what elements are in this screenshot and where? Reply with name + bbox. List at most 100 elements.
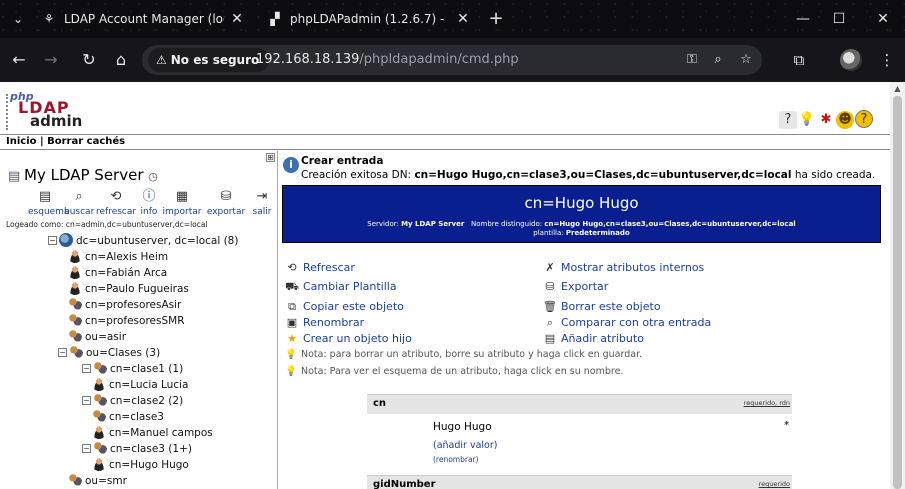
tree-node[interactable]: cn=Alexis Heim [68, 249, 168, 265]
collapse-icon[interactable]: − [82, 364, 91, 373]
tree-node[interactable]: cn=clase3 [92, 409, 164, 425]
tree-node[interactable]: − cn=clase1 (1) [82, 361, 183, 377]
help-icon[interactable]: ? [779, 111, 797, 129]
new-tab-button[interactable]: + [486, 9, 506, 29]
security-chip[interactable]: ⚠ No es seguro [148, 48, 270, 72]
tree-node-root[interactable]: − dc=ubuntuserver, dc=local (8) [48, 233, 238, 249]
logged-in-as: Logeado como: cn=admin,dc=ubuntuserver,d… [6, 220, 208, 229]
tree-node[interactable]: cn=profesoresSMR [68, 313, 185, 329]
rename-attribute-link[interactable]: (renombrar) [433, 455, 479, 464]
lam-icon: ⚘ [43, 12, 55, 26]
server-name[interactable]: ▤ My LDAP Server ◷ [8, 166, 158, 184]
warning-triangle-icon: ⚠ [156, 53, 167, 67]
tool-search[interactable]: ⌕ buscar [64, 188, 94, 217]
zoom-icon[interactable]: ⌕ [708, 50, 728, 70]
scroll-up-arrow-icon[interactable]: ▲ [890, 84, 905, 96]
scroll-thumb[interactable] [893, 96, 902, 489]
maximize-icon[interactable]: ☐ [828, 8, 850, 30]
extensions-icon[interactable]: ⧉ [788, 49, 810, 71]
tree-node[interactable]: cn=Fabián Arca [68, 265, 167, 281]
create-child-link[interactable]: ★ Crear un objeto hijo [285, 331, 412, 347]
bookmark-star-icon[interactable]: ☆ [736, 50, 756, 70]
tree-node[interactable]: ou=smr [68, 473, 127, 489]
reload-icon[interactable]: ↻ [78, 49, 100, 71]
attribute-required: requerido, rdn [743, 399, 790, 407]
tree-node[interactable]: cn=Manuel campos [92, 425, 213, 441]
show-internal-attrs-link[interactable]: ✗ Mostrar atributos internos [543, 260, 704, 276]
tool-export[interactable]: ⛁ exportar [204, 188, 248, 217]
close-window-icon[interactable]: ✕ [872, 8, 894, 30]
lightbulb-icon: 💡 [285, 349, 297, 360]
close-tab-icon[interactable]: ✕ [230, 5, 244, 33]
tree-node[interactable]: cn=profesoresAsir [68, 297, 181, 313]
forward-arrow-icon[interactable]: → [40, 49, 62, 71]
tree-collapse-icon[interactable]: ⊞ [266, 153, 275, 162]
clear-cache-link[interactable]: Borrar cachés [47, 136, 125, 147]
url-text[interactable]: 192.168.18.139/phpldapadmin/cmd.php [256, 45, 519, 75]
minimize-icon[interactable]: — [792, 8, 814, 30]
security-label: No es seguro [170, 53, 260, 67]
tree-node[interactable]: cn=Lucia Lucia [92, 377, 188, 393]
browser-tab-bar: ⌄ ⚘ LDAP Account Manager (localh ✕ ▞ php… [0, 0, 905, 38]
menu-kebab-icon[interactable]: ⋮ [876, 49, 898, 71]
tree-node[interactable]: ou=asir [68, 329, 126, 345]
key-icon[interactable]: ⚿ [682, 50, 702, 70]
attribute-name[interactable]: gidNumber [373, 479, 436, 489]
refresh-icon: ⟲ [110, 189, 122, 204]
trash-icon: 🗑 [543, 300, 557, 313]
tool-schema[interactable]: ▤ esquema [28, 188, 69, 217]
delete-object-link[interactable]: 🗑 Borrar este objeto [543, 299, 661, 315]
tool-logout[interactable]: ⇥ salir [250, 188, 274, 217]
refresh-icon: ⟲ [287, 261, 297, 274]
browser-toolbar: ← → ↻ ⌂ ⚠ No es seguro 192.168.18.139/php… [0, 38, 905, 82]
change-template-link[interactable]: ⛟ Cambiar Plantilla [285, 279, 396, 295]
address-bar[interactable]: ⚠ No es seguro 192.168.18.139/phpldapadmi… [142, 45, 762, 75]
entry-title: cn=Hugo Hugo [524, 194, 639, 212]
smiley-icon[interactable]: ☻ [836, 111, 854, 129]
tree-node[interactable]: − cn=clase3 (1+) [82, 441, 192, 457]
copy-object-link[interactable]: ⧉ Copiar este objeto [285, 299, 404, 315]
compare-link[interactable]: ⌕ Comparar con otra entrada [543, 315, 711, 331]
tool-import[interactable]: ▦ importar [162, 188, 202, 217]
export-link[interactable]: ⛁ Exportar [543, 279, 608, 295]
header-icons: ? 💡 ✱ ☻? [778, 110, 873, 130]
collapse-icon[interactable]: − [48, 236, 57, 245]
profile-avatar[interactable] [840, 49, 862, 71]
page-content: php LDAP admin ? 💡 ✱ ☻? Inicio | Borrar cac… [0, 82, 890, 489]
export-icon: ⛁ [545, 280, 555, 293]
tree-node[interactable]: cn=Paulo Fugueiras [68, 281, 189, 297]
browser-tab-lam[interactable]: ⚘ LDAP Account Manager (localh ✕ [36, 5, 254, 33]
import-icon: ▦ [175, 189, 189, 204]
add-attribute-icon: ▤ [544, 332, 556, 345]
tool-info[interactable]: ⓘ info [138, 188, 160, 217]
home-icon[interactable]: ⌂ [110, 49, 132, 71]
refresh-link[interactable]: ⟲ Refrescar [285, 260, 355, 276]
phpldapadmin-logo[interactable]: php LDAP admin [6, 90, 106, 130]
home-link[interactable]: Inicio [6, 136, 37, 147]
tree-node[interactable]: cn=Hugo Hugo [92, 457, 189, 473]
rename-link[interactable]: ▣ Renombrar [285, 315, 364, 331]
globe-icon [59, 233, 73, 247]
collapse-icon[interactable]: − [82, 396, 91, 405]
close-tab-icon[interactable]: ✕ [456, 5, 470, 33]
attribute-value-cn[interactable]: Hugo Hugo [433, 421, 492, 433]
clock-icon[interactable]: ◷ [148, 170, 158, 183]
back-arrow-icon[interactable]: ← [8, 49, 30, 71]
attribute-name[interactable]: cn [373, 398, 386, 409]
add-attribute-link[interactable]: ▤ Añadir atributo [543, 331, 644, 347]
browser-tab-phpldapadmin[interactable]: ▞ phpLDAPadmin (1.2.6.7) - ✕ [262, 5, 480, 33]
collapse-icon[interactable]: − [82, 444, 91, 453]
tool-refresh[interactable]: ⟲ refrescar [96, 188, 136, 217]
tab-search-chevron-icon[interactable]: ⌄ [8, 9, 28, 29]
page-scrollbar[interactable]: ▲ [890, 82, 905, 489]
collapse-icon[interactable]: − [58, 348, 67, 357]
tree-node[interactable]: − ou=Clases (3) [58, 345, 160, 361]
donate-icon[interactable]: ? [855, 110, 873, 128]
group-icon [93, 441, 107, 455]
required-marker: * [784, 420, 789, 431]
bug-icon[interactable]: ✱ [817, 111, 835, 129]
lightbulb-icon[interactable]: 💡 [798, 111, 816, 129]
add-value-link[interactable]: (añadir valor) [433, 440, 497, 451]
tree-node[interactable]: − cn=clase2 (2) [82, 393, 183, 409]
user-icon [68, 265, 82, 279]
